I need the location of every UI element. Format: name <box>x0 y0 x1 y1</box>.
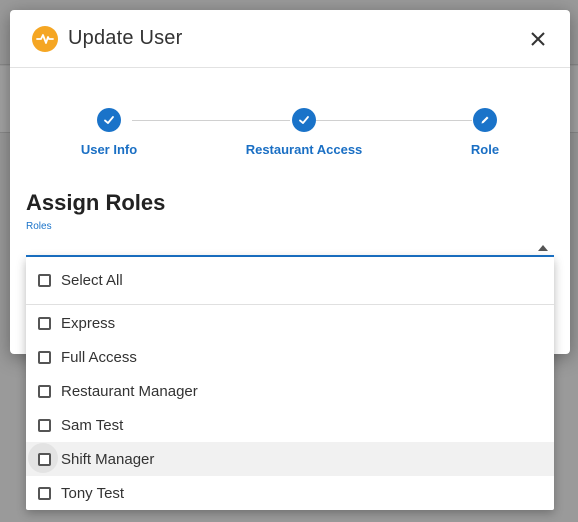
step-circle <box>473 108 497 132</box>
checkbox-icon[interactable] <box>38 486 51 500</box>
step-label: Role <box>470 142 500 157</box>
option-label: Express <box>61 314 116 332</box>
dialog-title: Update User <box>68 27 183 49</box>
roles-select[interactable]: Roles <box>26 219 554 257</box>
role-option-sam-test[interactable]: Sam Test <box>26 408 554 442</box>
check-icon <box>299 116 309 124</box>
checkbox-icon[interactable] <box>38 452 51 466</box>
option-label: Shift Manager <box>61 450 155 468</box>
pulse-logo-icon <box>32 25 58 52</box>
section-title: Assign Roles <box>26 190 166 215</box>
checkbox-icon[interactable] <box>38 418 51 432</box>
checkbox-icon[interactable] <box>38 384 51 398</box>
close-icon <box>531 31 545 46</box>
step-label: Restaurant Access <box>245 142 363 157</box>
step-restaurant-access[interactable]: Restaurant Access <box>204 108 404 157</box>
caret-up-icon <box>538 238 548 256</box>
option-label: Tony Test <box>61 484 125 502</box>
step-role[interactable]: Role <box>385 108 578 157</box>
dialog-header: Update User <box>10 10 570 68</box>
role-option-express[interactable]: Express <box>26 306 554 340</box>
checkbox-icon[interactable] <box>38 316 51 330</box>
role-option-shift-manager[interactable]: Shift Manager <box>26 442 554 476</box>
step-circle <box>292 108 316 132</box>
option-label: Select All <box>61 272 123 289</box>
checkbox-icon[interactable] <box>38 274 51 287</box>
role-option-restaurant-manager[interactable]: Restaurant Manager <box>26 374 554 408</box>
select-all-option[interactable]: Select All <box>26 257 554 305</box>
role-option-tony-test[interactable]: Tony Test <box>26 476 554 510</box>
step-label: User Info <box>80 142 138 157</box>
roles-dropdown-menu: Select All Express Full Access Restauran… <box>26 257 554 510</box>
roles-field-label: Roles <box>26 221 52 232</box>
close-button[interactable] <box>524 25 552 53</box>
role-option-full-access[interactable]: Full Access <box>26 340 554 374</box>
option-label: Restaurant Manager <box>61 382 198 400</box>
stepper: User Info Restaurant Access Role <box>10 68 570 188</box>
checkbox-icon[interactable] <box>38 350 51 364</box>
option-label: Full Access <box>61 348 137 366</box>
check-icon <box>104 116 114 124</box>
option-label: Sam Test <box>61 416 124 434</box>
pencil-icon <box>481 116 489 124</box>
step-user-info[interactable]: User Info <box>9 108 209 157</box>
step-circle <box>97 108 121 132</box>
checkbox-hover-ring <box>28 442 58 473</box>
